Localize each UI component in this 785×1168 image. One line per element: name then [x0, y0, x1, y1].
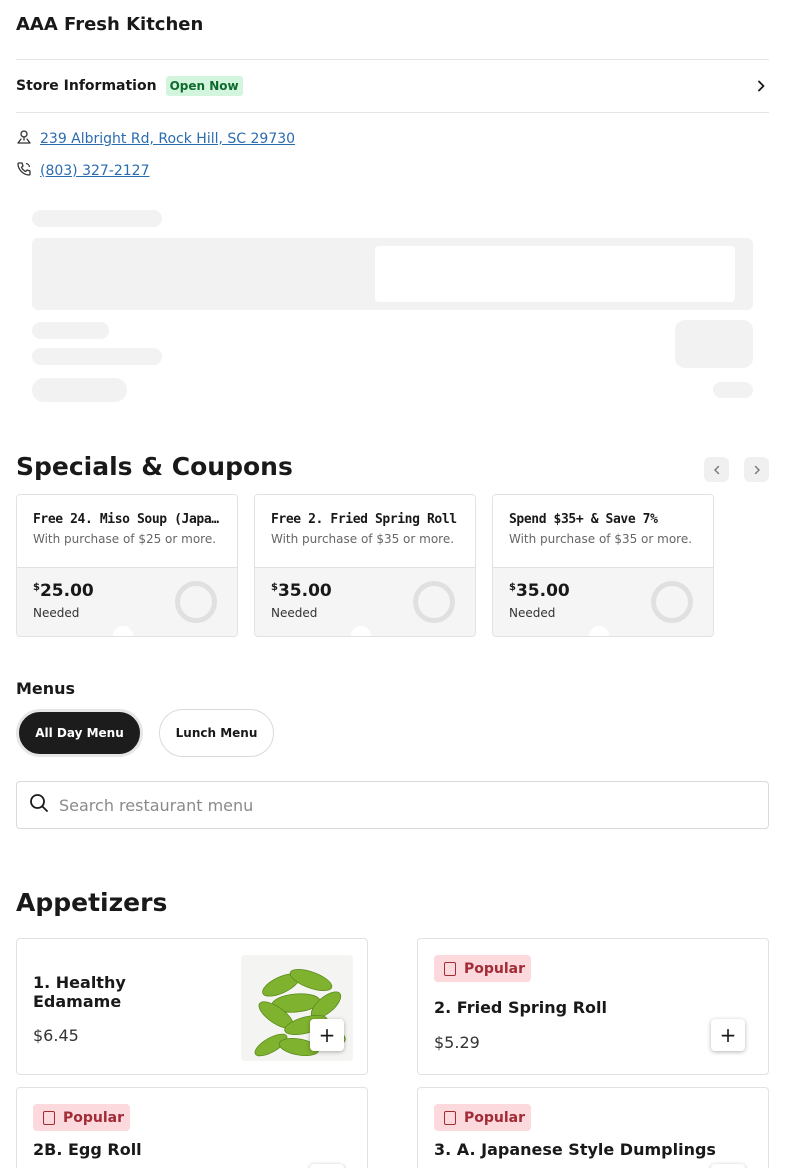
menu-item-card[interactable]: 1. Healthy Edamame $6.45 +: [16, 938, 368, 1075]
chevron-right-icon: [756, 77, 766, 96]
tab-all-day-menu[interactable]: All Day Menu: [16, 709, 143, 757]
coupon-needed-label: Needed: [271, 606, 318, 620]
menu-item-card[interactable]: Popular 3. A. Japanese Style Dumplings +: [417, 1087, 769, 1168]
coupon-title: Spend $35+ & Save 7%: [509, 512, 658, 527]
tab-lunch-menu[interactable]: Lunch Menu: [159, 709, 274, 757]
coupon-needed-label: Needed: [509, 606, 556, 620]
add-item-button[interactable]: +: [711, 1019, 745, 1051]
coupon-amount: $35.00: [271, 581, 332, 601]
coupon-subtitle: With purchase of $35 or more.: [509, 532, 693, 546]
item-price: $6.45: [33, 1026, 79, 1045]
phone-link[interactable]: (803) 327-2127: [40, 163, 150, 179]
coupon-amount: $35.00: [509, 581, 570, 601]
loading-skeleton: [713, 382, 753, 398]
loading-skeleton: [32, 322, 109, 339]
flame-icon: [444, 1110, 456, 1125]
menu-item-card[interactable]: Popular 2. Fried Spring Roll $5.29 +: [417, 938, 769, 1075]
loading-skeleton: [32, 378, 127, 402]
popular-badge: Popular: [33, 1104, 131, 1131]
coupon-notch: [589, 626, 609, 636]
store-information-label: Store Information: [16, 78, 157, 94]
store-information-row[interactable]: Store Information Open Now: [16, 60, 769, 112]
coupon-title: Free 2. Fried Spring Roll: [271, 512, 457, 527]
coupon-notch: [351, 626, 371, 636]
loading-skeleton: [375, 246, 735, 302]
location-icon: [16, 129, 32, 149]
item-name: 2B. Egg Roll: [33, 1140, 142, 1159]
divider: [16, 112, 769, 113]
carousel-next-button[interactable]: [744, 457, 769, 482]
coupon-amount: $25.00: [33, 581, 94, 601]
menu-item-card[interactable]: Popular 2B. Egg Roll +: [16, 1087, 368, 1168]
item-name: 3. A. Japanese Style Dumplings: [434, 1140, 716, 1159]
address-row: 239 Albright Rd, Rock Hill, SC 29730: [16, 129, 295, 149]
add-item-button[interactable]: +: [310, 1019, 344, 1051]
progress-ring: [175, 581, 217, 623]
coupon-card[interactable]: Free 24. Miso Soup (Japanese Clear Soup)…: [16, 494, 238, 637]
popular-badge: Popular: [434, 1104, 532, 1131]
add-item-button[interactable]: +: [310, 1164, 344, 1168]
flame-icon: [43, 1110, 55, 1125]
chevron-left-icon: [713, 465, 719, 474]
store-name: AAA Fresh Kitchen: [16, 14, 204, 35]
search-input[interactable]: [59, 795, 719, 815]
search-bar[interactable]: [16, 781, 769, 829]
search-icon: [29, 793, 49, 817]
carousel-prev-button[interactable]: [704, 457, 729, 482]
progress-ring: [413, 581, 455, 623]
item-name: 1. Healthy Edamame: [33, 973, 126, 1011]
specials-title: Specials & Coupons: [16, 452, 293, 481]
coupon-card[interactable]: Free 2. Fried Spring Roll With purchase …: [254, 494, 476, 637]
coupon-title: Free 24. Miso Soup (Japanese Clear Soup): [33, 512, 221, 527]
flame-icon: [444, 961, 456, 976]
loading-skeleton: [675, 320, 753, 368]
menus-label: Menus: [16, 679, 76, 698]
popular-badge: Popular: [434, 955, 532, 982]
chevron-right-icon: [754, 465, 760, 474]
coupon-card[interactable]: Spend $35+ & Save 7% With purchase of $3…: [492, 494, 714, 637]
phone-row: (803) 327-2127: [16, 161, 150, 181]
item-price: $5.29: [434, 1033, 480, 1052]
coupon-subtitle: With purchase of $35 or more.: [271, 532, 455, 546]
status-badge: Open Now: [165, 76, 243, 96]
coupon-notch: [113, 626, 133, 636]
category-title: Appetizers: [16, 888, 168, 917]
item-name: 2. Fried Spring Roll: [434, 998, 607, 1017]
coupon-needed-label: Needed: [33, 606, 80, 620]
progress-ring: [651, 581, 693, 623]
phone-icon: [16, 161, 32, 181]
loading-skeleton: [32, 348, 162, 365]
add-item-button[interactable]: +: [711, 1164, 745, 1168]
address-link[interactable]: 239 Albright Rd, Rock Hill, SC 29730: [40, 131, 295, 147]
coupon-subtitle: With purchase of $25 or more.: [33, 532, 217, 546]
loading-skeleton: [32, 210, 162, 227]
